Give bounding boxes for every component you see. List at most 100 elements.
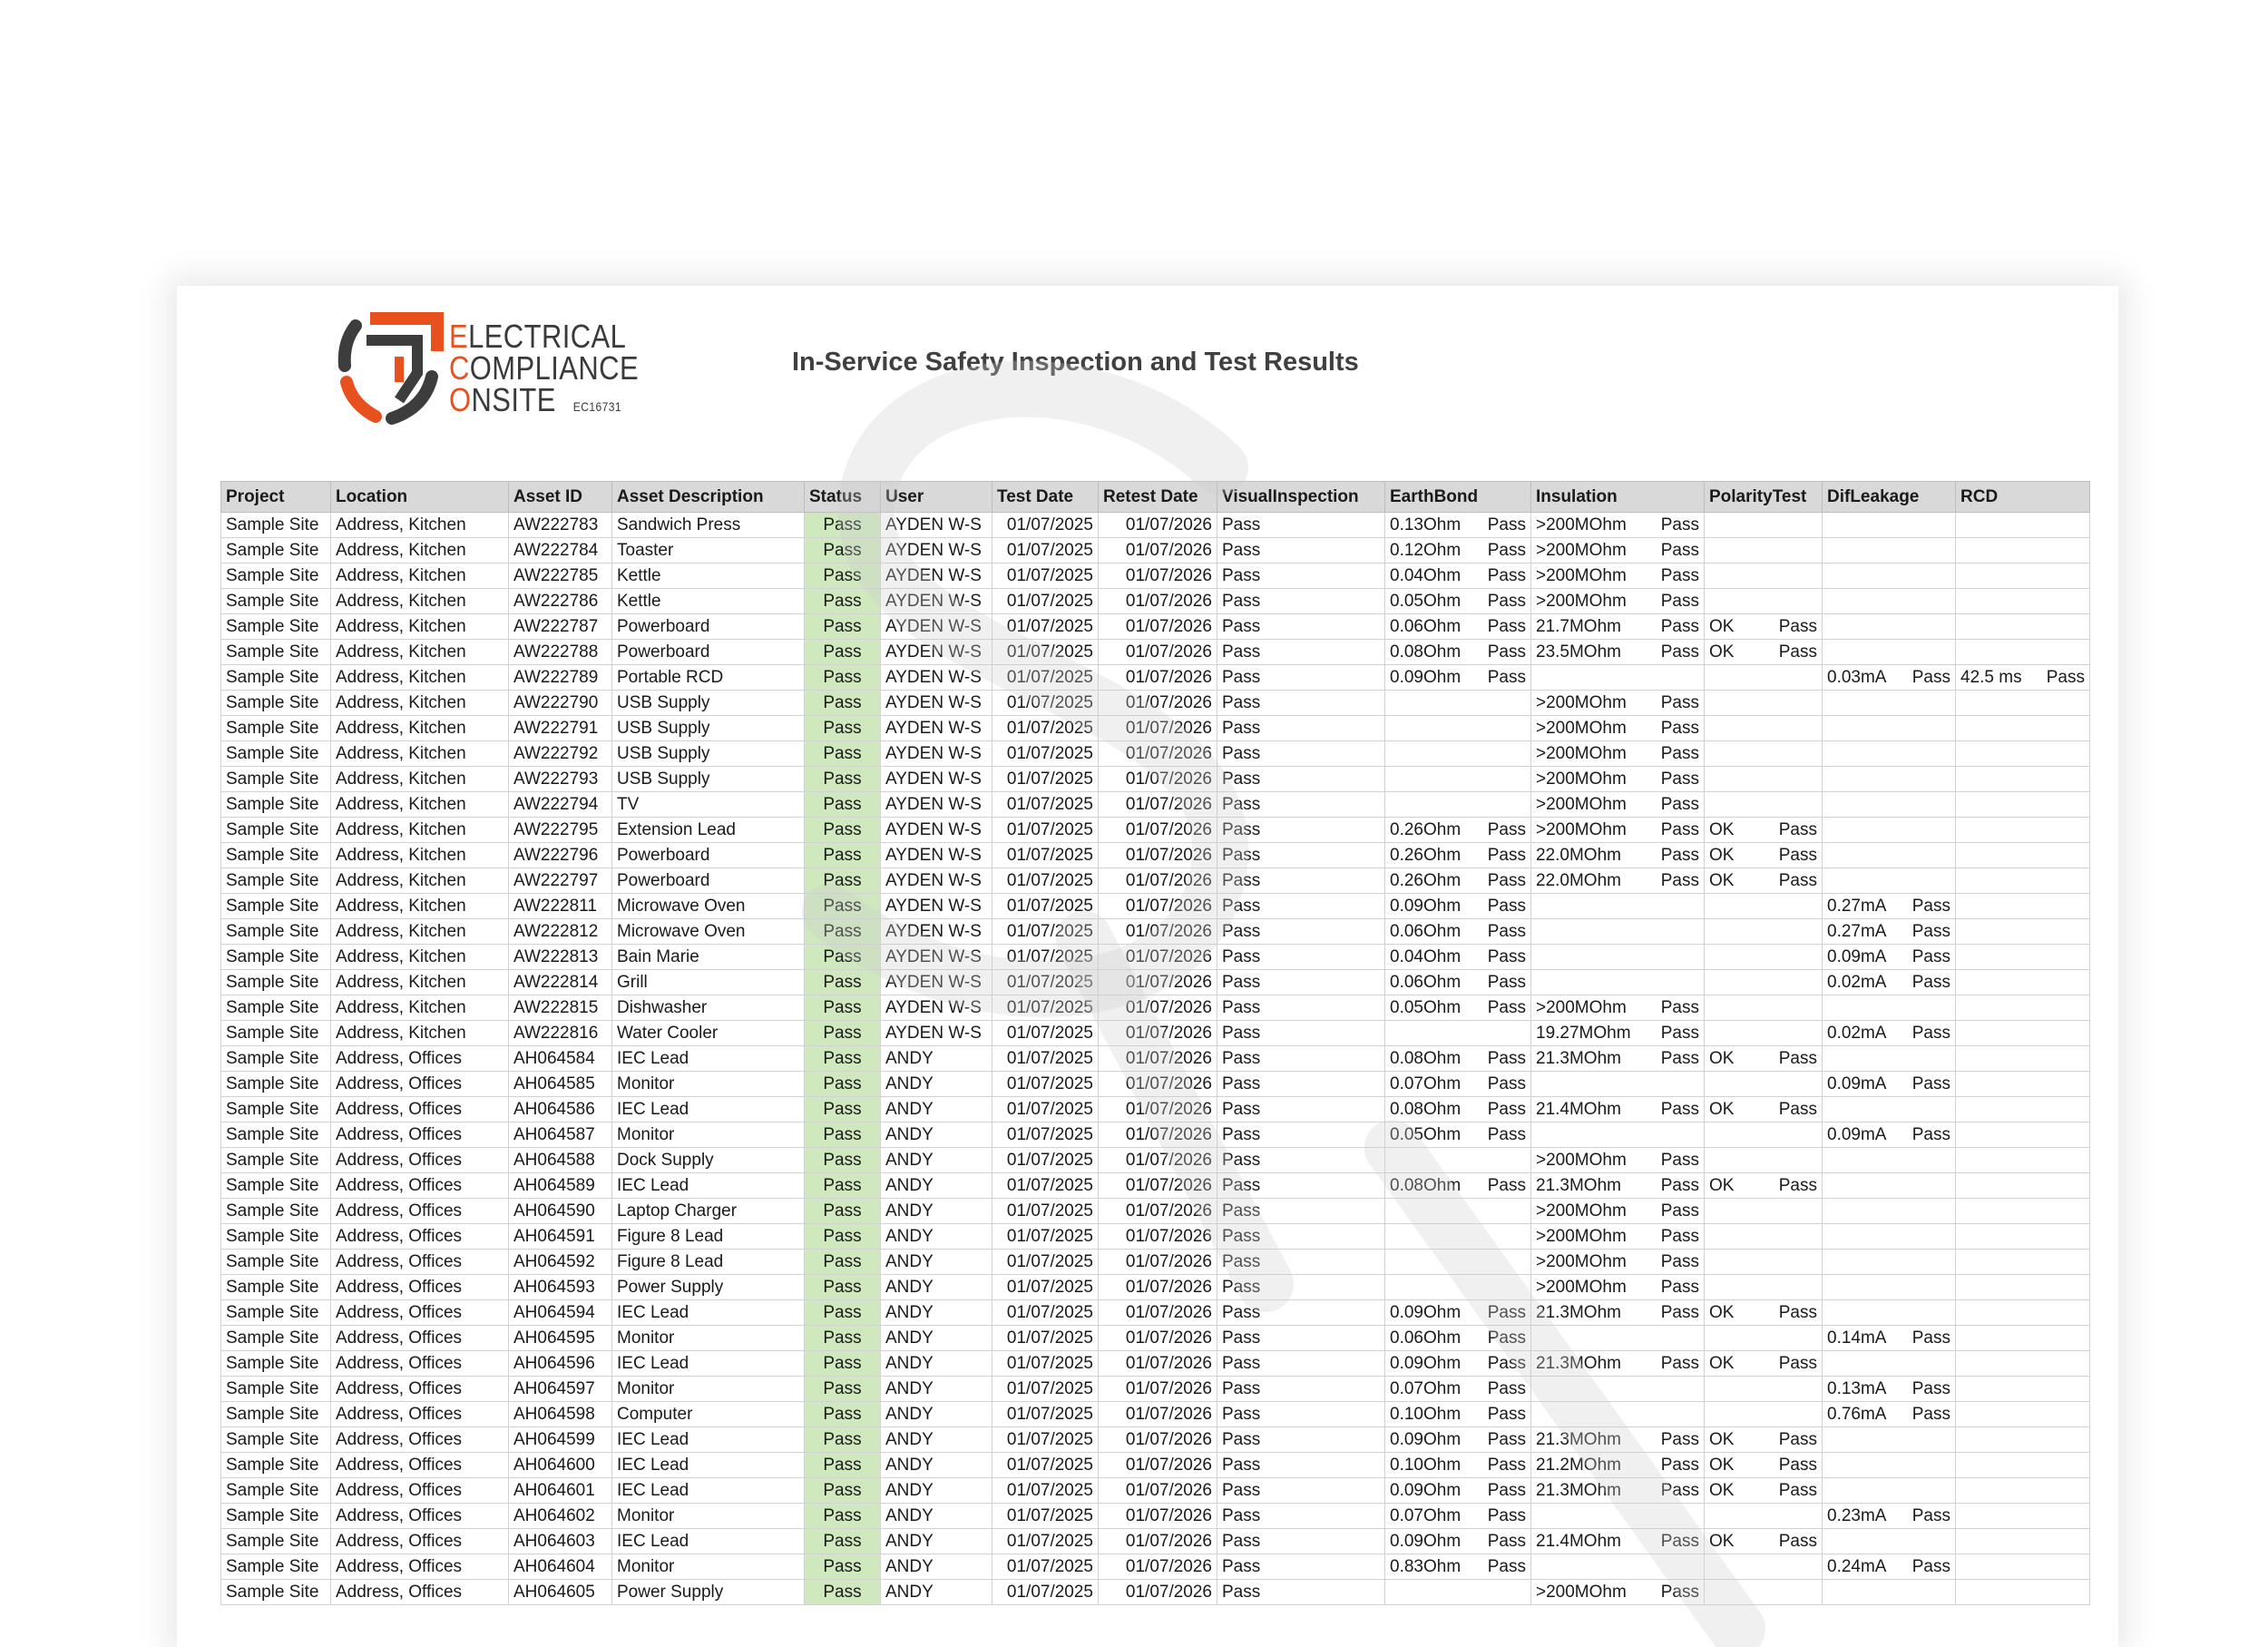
polarity-test-cell-result: Pass — [1778, 1480, 1817, 1500]
polarity-test-cell — [1704, 944, 1823, 970]
polarity-test-cell — [1704, 1071, 1823, 1097]
polarity-test-cell-value: OK — [1709, 1048, 1735, 1068]
asset-description-cell: Monitor — [611, 1376, 805, 1402]
asset-description-cell: IEC Lead — [611, 1426, 805, 1453]
earth-bond-cell-result: Pass — [1487, 1531, 1526, 1551]
insulation-cell: >200MOhm Pass — [1530, 588, 1705, 614]
project-cell: Sample Site — [220, 1503, 331, 1529]
visual-inspection-cell: Pass — [1217, 1096, 1385, 1123]
column-header: Test Date — [992, 481, 1099, 513]
polarity-test-cell — [1704, 690, 1823, 716]
insulation-cell-value: >200MOhm — [1536, 1582, 1627, 1602]
dif-leakage-cell-result: Pass — [1911, 1023, 1950, 1043]
visual-inspection-cell: Pass — [1217, 918, 1385, 945]
earth-bond-cell-result: Pass — [1487, 819, 1526, 839]
user-cell: ANDY — [880, 1401, 992, 1427]
table-row: Sample Site Address, Offices AH064604 Monit… — [220, 1554, 2090, 1580]
polarity-test-cell-result: Pass — [1778, 845, 1817, 865]
earth-bond-cell-result: Pass — [1487, 1353, 1526, 1373]
table-row: Sample Site Address, Offices AH064602 Monit… — [220, 1503, 2090, 1529]
insulation-cell: 23.5MOhm Pass — [1530, 639, 1705, 665]
status-cell: Pass — [804, 1426, 881, 1453]
status-cell: Pass — [804, 1045, 881, 1072]
status-cell: Pass — [804, 1376, 881, 1402]
asset-description-cell: Water Cooler — [611, 1020, 805, 1046]
retest-date-cell: 01/07/2026 — [1098, 817, 1217, 843]
insulation-cell-result: Pass — [1660, 1099, 1699, 1119]
retest-date-cell: 01/07/2026 — [1098, 1071, 1217, 1097]
retest-date-cell: 01/07/2026 — [1098, 563, 1217, 589]
asset-id-cell: AH064598 — [508, 1401, 612, 1427]
polarity-test-cell: OK Pass — [1704, 1299, 1823, 1326]
status-cell: Pass — [804, 1096, 881, 1123]
project-cell: Sample Site — [220, 740, 331, 767]
asset-id-cell: AH064593 — [508, 1274, 612, 1300]
status-cell: Pass — [804, 1274, 881, 1300]
asset-description-cell: Dishwasher — [611, 995, 805, 1021]
asset-description-cell: Powerboard — [611, 842, 805, 868]
test-date-cell: 01/07/2025 — [992, 537, 1099, 564]
rcd-cell — [1955, 715, 2090, 741]
polarity-test-cell: OK Pass — [1704, 1045, 1823, 1072]
table-row: Sample Site Address, Kitchen AW222796 Power… — [220, 842, 2090, 868]
insulation-cell: >200MOhm Pass — [1530, 1579, 1705, 1605]
test-date-cell: 01/07/2025 — [992, 1401, 1099, 1427]
dif-leakage-cell — [1822, 1528, 1956, 1554]
dif-leakage-cell: 0.09mA Pass — [1822, 944, 1956, 970]
polarity-test-cell-value: OK — [1709, 1353, 1735, 1373]
test-date-cell: 01/07/2025 — [992, 944, 1099, 970]
earth-bond-cell — [1384, 791, 1531, 818]
location-cell: Address, Offices — [330, 1503, 509, 1529]
visual-inspection-cell: Pass — [1217, 969, 1385, 995]
rcd-cell — [1955, 1503, 2090, 1529]
dif-leakage-cell: 0.76mA Pass — [1822, 1401, 1956, 1427]
insulation-cell — [1530, 1071, 1705, 1097]
polarity-test-cell — [1704, 791, 1823, 818]
dif-leakage-cell-value: 0.02mA — [1827, 1023, 1887, 1043]
table-row: Sample Site Address, Offices AH064587 Monit… — [220, 1122, 2090, 1148]
earth-bond-cell-value: 0.08Ohm — [1390, 642, 1461, 662]
project-cell: Sample Site — [220, 1122, 331, 1148]
insulation-cell-result: Pass — [1660, 1175, 1699, 1195]
dif-leakage-cell: 0.02mA Pass — [1822, 1020, 1956, 1046]
rcd-cell — [1955, 1172, 2090, 1199]
asset-description-cell: TV — [611, 791, 805, 818]
location-cell: Address, Offices — [330, 1579, 509, 1605]
polarity-test-cell — [1704, 1503, 1823, 1529]
asset-description-cell: Microwave Oven — [611, 918, 805, 945]
earth-bond-cell-result: Pass — [1487, 667, 1526, 687]
project-cell: Sample Site — [220, 1325, 331, 1351]
project-cell: Sample Site — [220, 918, 331, 945]
earth-bond-cell: 0.07Ohm Pass — [1384, 1376, 1531, 1402]
visual-inspection-cell: Pass — [1217, 1071, 1385, 1097]
test-date-cell: 01/07/2025 — [992, 1299, 1099, 1326]
earth-bond-cell-result: Pass — [1487, 1505, 1526, 1525]
user-cell: AYDEN W-S — [880, 715, 992, 741]
table-row: Sample Site Address, Offices AH064589 IEC L… — [220, 1172, 2090, 1199]
polarity-test-cell-result: Pass — [1778, 870, 1817, 890]
asset-description-cell: IEC Lead — [611, 1299, 805, 1326]
earth-bond-cell-value: 0.26Ohm — [1390, 870, 1461, 890]
rcd-cell — [1955, 1579, 2090, 1605]
status-cell: Pass — [804, 1122, 881, 1148]
rcd-cell — [1955, 639, 2090, 665]
insulation-cell-result: Pass — [1660, 769, 1699, 789]
status-cell: Pass — [804, 613, 881, 640]
polarity-test-cell-result: Pass — [1778, 1048, 1817, 1068]
test-date-cell: 01/07/2025 — [992, 690, 1099, 716]
insulation-cell: 21.3MOhm Pass — [1530, 1045, 1705, 1072]
location-cell: Address, Offices — [330, 1071, 509, 1097]
table-row: Sample Site Address, Offices AH064596 IEC L… — [220, 1350, 2090, 1377]
insulation-cell-result: Pass — [1660, 870, 1699, 890]
user-cell: ANDY — [880, 1249, 992, 1275]
insulation-cell — [1530, 944, 1705, 970]
earth-bond-cell — [1384, 1198, 1531, 1224]
asset-description-cell: USB Supply — [611, 766, 805, 792]
user-cell: ANDY — [880, 1045, 992, 1072]
insulation-cell: >200MOhm Pass — [1530, 740, 1705, 767]
asset-description-cell: Monitor — [611, 1325, 805, 1351]
user-cell: AYDEN W-S — [880, 512, 992, 538]
dif-leakage-cell: 0.27mA Pass — [1822, 918, 1956, 945]
earth-bond-cell-value: 0.12Ohm — [1390, 540, 1461, 560]
polarity-test-cell-value: OK — [1709, 642, 1735, 662]
